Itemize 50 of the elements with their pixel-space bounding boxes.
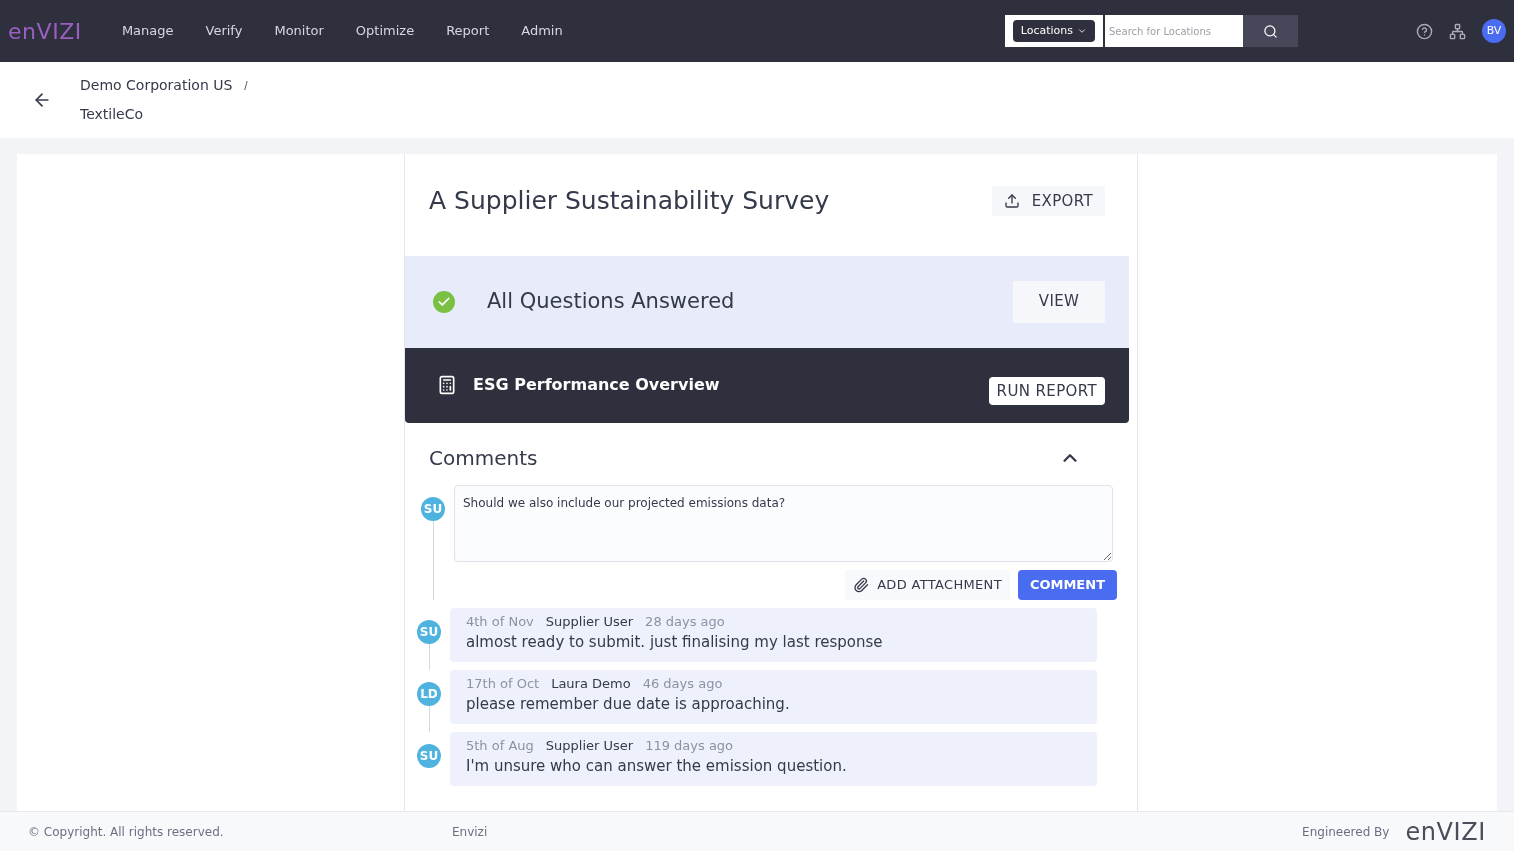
help-icon[interactable] bbox=[1416, 22, 1433, 40]
hierarchy-icon[interactable] bbox=[1449, 22, 1466, 40]
copyright-text: © Copyright. All rights reserved. bbox=[28, 823, 225, 841]
user-avatar: LD bbox=[417, 681, 441, 706]
search-button[interactable] bbox=[1243, 15, 1298, 47]
comment-age: 119 days ago bbox=[645, 736, 734, 755]
footer-logo: enVIZI bbox=[1405, 816, 1486, 848]
comment-date: 4th of Nov bbox=[466, 612, 534, 631]
nav-link[interactable]: Monitor bbox=[258, 21, 340, 41]
search-icon bbox=[1263, 23, 1278, 39]
nav-link[interactable]: Admin bbox=[505, 21, 579, 41]
comment-author: Laura Demo bbox=[551, 674, 631, 693]
comment-date: 17th of Oct bbox=[466, 674, 540, 693]
comment-date: 5th of Aug bbox=[466, 736, 534, 755]
add-attachment-button[interactable]: ADD ATTACHMENT bbox=[845, 569, 1010, 600]
user-avatar: SU bbox=[417, 743, 441, 768]
survey-title: A Supplier Sustainability Survey bbox=[429, 185, 830, 217]
comment-age: 46 days ago bbox=[642, 674, 723, 693]
user-avatar: SU bbox=[421, 496, 445, 521]
user-avatar[interactable]: BV bbox=[1482, 19, 1506, 43]
comment-text: I'm unsure who can answer the emission question. bbox=[466, 756, 848, 777]
user-avatar: SU bbox=[417, 619, 441, 644]
comment-author: Supplier User bbox=[545, 736, 634, 755]
view-button[interactable]: VIEW bbox=[1013, 280, 1105, 323]
upload-icon bbox=[1003, 192, 1020, 209]
search-field[interactable]: Search for Locations bbox=[1103, 15, 1243, 47]
breadcrumb-separator: / bbox=[244, 79, 248, 93]
comment-button[interactable]: COMMENT bbox=[1017, 569, 1117, 600]
paperclip-icon bbox=[853, 576, 870, 593]
nav-link[interactable]: Optimize bbox=[339, 21, 431, 41]
footer-link[interactable]: Envizi bbox=[452, 822, 1303, 841]
nav-link[interactable]: Report bbox=[430, 21, 506, 41]
breadcrumb-link[interactable]: Demo Corporation US bbox=[80, 75, 233, 96]
comment-age: 28 days ago bbox=[645, 612, 725, 631]
breadcrumb-current: TextileCo bbox=[80, 105, 145, 124]
status-text: All Questions Answered bbox=[487, 287, 736, 315]
run-report-button[interactable]: RUN REPORT bbox=[988, 377, 1105, 405]
comments-heading: Comments bbox=[429, 444, 538, 472]
engineered-by-text: Engineered By bbox=[1302, 823, 1390, 841]
comment-input[interactable]: Should we also include our projected emissions data? bbox=[454, 484, 1113, 562]
caret-icon bbox=[1077, 26, 1087, 36]
report-icon bbox=[437, 375, 457, 395]
export-button[interactable]: EXPORT bbox=[991, 185, 1105, 216]
comment-text: almost ready to submit. just finalising my last response bbox=[466, 632, 884, 653]
comment-text: please remember due date is approaching. bbox=[466, 694, 791, 715]
nav-link[interactable]: Manage bbox=[105, 21, 190, 41]
nav-link[interactable]: Verify bbox=[189, 21, 259, 41]
report-title: ESG Performance Overview bbox=[473, 374, 721, 396]
comment-author: Supplier User bbox=[545, 612, 634, 631]
scope-dropdown[interactable]: Locations bbox=[1012, 20, 1095, 42]
